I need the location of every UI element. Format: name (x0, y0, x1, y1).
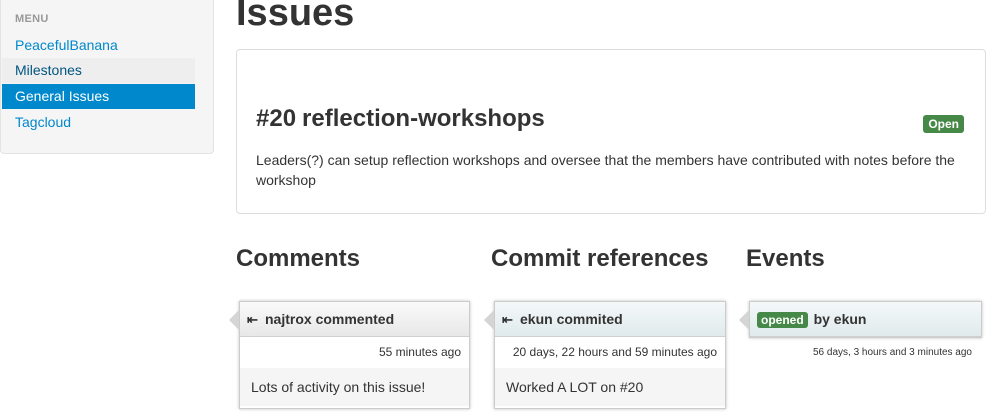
status-badge: Open (923, 115, 964, 133)
issue-title: #20 reflection-workshops (256, 105, 551, 133)
issue-description: Leaders(?) can setup reflection workshop… (256, 152, 955, 188)
comment-time: 55 minutes ago (378, 345, 461, 359)
commit-message: Worked A LOT on #20 (495, 368, 725, 406)
arrow-left-bar-icon[interactable]: ⇤ (247, 302, 265, 337)
comments-heading: Comments (236, 245, 361, 272)
commit-references-heading: Commit references (491, 245, 709, 272)
comment-card: ⇤ najtrox commented 55 minutes ago Lots o… (229, 301, 470, 409)
comment-author: najtrox commented (265, 311, 395, 327)
sidebar-item-milestones[interactable]: Milestones (2, 58, 195, 83)
arrow-left-bar-icon[interactable]: ⇤ (502, 302, 520, 337)
commit-author: ekun commited (520, 311, 623, 327)
sidebar-item-tagcloud[interactable]: Tagcloud (2, 110, 195, 135)
event-header: opened by ekun (750, 302, 981, 337)
issue-name: reflection-workshops (302, 105, 545, 132)
sidebar-menu: MENU PeacefulBanana Milestones General I… (0, 0, 214, 154)
commit-header[interactable]: ⇤ ekun commited (495, 302, 725, 337)
sidebar-item-general-issues[interactable]: General Issues (2, 84, 195, 109)
issue-number: #20 (256, 105, 297, 132)
issue-panel: #20 reflection-workshops Open Leaders(?) … (236, 49, 986, 214)
commit-card: ⇤ ekun commited 20 days, 22 hours and 59 … (484, 301, 726, 409)
page-title: Issues (236, 0, 355, 34)
comment-header[interactable]: ⇤ najtrox commented (240, 302, 469, 337)
commit-time: 20 days, 22 hours and 59 minutes ago (512, 345, 717, 359)
event-type-badge: opened (757, 312, 808, 328)
event-card: opened by ekun (739, 301, 982, 338)
menu-header: MENU (15, 13, 49, 25)
sidebar-item-peacefulbanana[interactable]: PeacefulBanana (2, 33, 195, 58)
event-actor: by ekun (813, 311, 867, 327)
events-heading: Events (746, 245, 825, 272)
comment-body: Lots of activity on this issue! (240, 368, 469, 406)
event-time: 56 days, 3 hours and 3 minutes ago (813, 347, 972, 358)
